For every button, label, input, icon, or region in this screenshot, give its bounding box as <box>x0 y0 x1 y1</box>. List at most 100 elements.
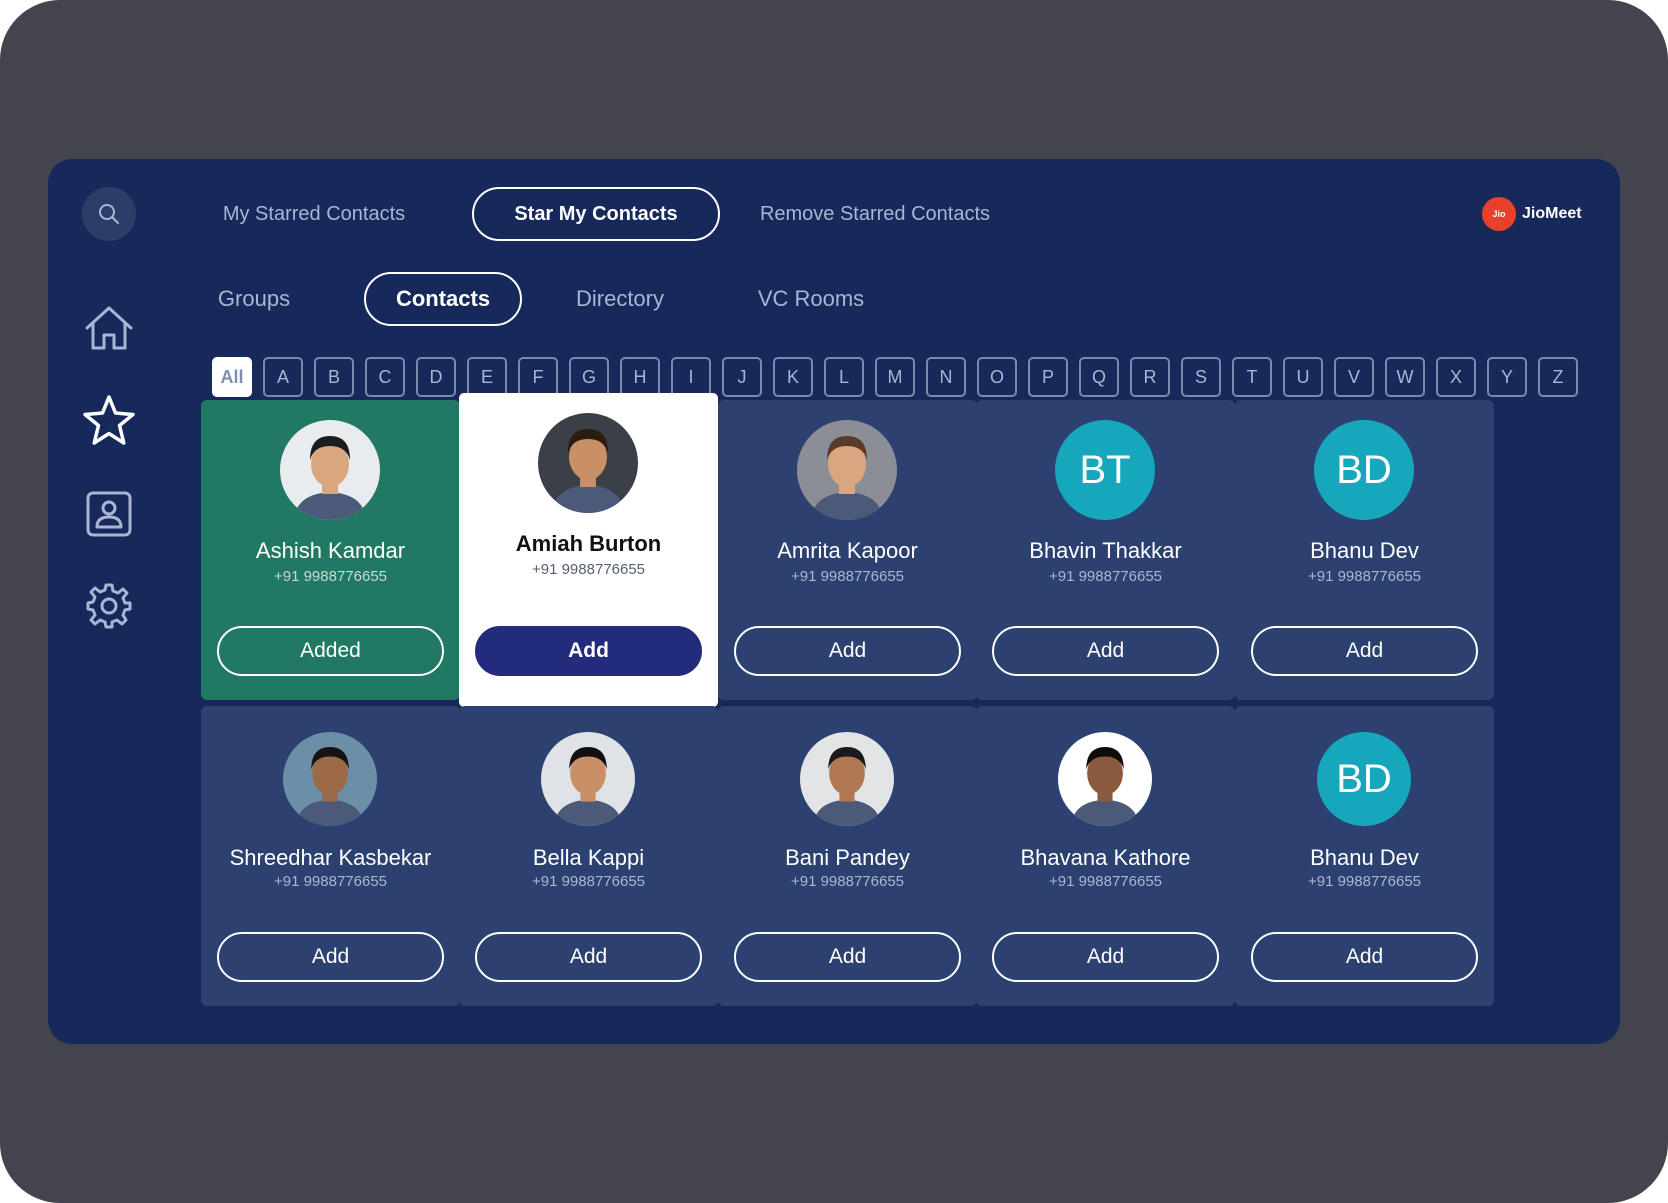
contact-name: Bhavana Kathore <box>1020 845 1191 870</box>
app-screen: My Starred Contacts Star My Contacts Rem… <box>48 159 1620 1044</box>
alphabet-filter-k[interactable]: K <box>773 357 813 397</box>
alphabet-filter-t[interactable]: T <box>1232 357 1272 397</box>
home-icon <box>85 306 133 350</box>
contact-card[interactable]: Bani Pandey +91 9988776655 Add <box>718 706 977 1006</box>
tab-contacts[interactable]: Contacts <box>364 272 522 326</box>
contact-name: Ashish Kamdar <box>255 538 406 563</box>
alphabet-filter-l[interactable]: L <box>824 357 864 397</box>
alphabet-filter-i[interactable]: I <box>671 357 711 397</box>
tab-vc-rooms[interactable]: VC Rooms <box>756 272 866 326</box>
jiomeet-logo-icon: Jio <box>1482 197 1516 231</box>
contact-name: Amrita Kapoor <box>777 538 918 563</box>
brand-name: JioMeet <box>1522 205 1582 222</box>
alphabet-filter-y[interactable]: Y <box>1487 357 1527 397</box>
alphabet-filter-p[interactable]: P <box>1028 357 1068 397</box>
contact-phone: +91 9988776655 <box>273 568 388 585</box>
contact-card[interactable]: BD Bhanu Dev +91 9988776655 Add <box>1235 706 1494 1006</box>
contact-phone: +91 9988776655 <box>531 561 646 578</box>
alphabet-filter-s[interactable]: S <box>1181 357 1221 397</box>
contact-phone: +91 9988776655 <box>273 873 388 890</box>
add-button[interactable]: Add <box>217 932 444 982</box>
add-button[interactable]: Add <box>1251 626 1478 676</box>
contact-card[interactable]: Amiah Burton +91 9988776655 Add <box>459 393 718 707</box>
search-button[interactable] <box>82 187 136 241</box>
avatar: BD <box>1314 420 1414 520</box>
avatar <box>1058 732 1152 826</box>
contact-card[interactable]: Amrita Kapoor +91 9988776655 Add <box>718 400 977 700</box>
alphabet-filter-n[interactable]: N <box>926 357 966 397</box>
contact-card-icon <box>86 491 132 537</box>
contact-name: Bhavin Thakkar <box>1029 538 1182 563</box>
contact-name: Bani Pandey <box>785 845 910 870</box>
contact-card[interactable]: Shreedhar Kasbekar +91 9988776655 Add <box>201 706 460 1006</box>
alphabet-filter-o[interactable]: O <box>977 357 1017 397</box>
alphabet-filter-b[interactable]: B <box>314 357 354 397</box>
contact-phone: +91 9988776655 <box>1048 568 1163 585</box>
contact-card[interactable]: BD Bhanu Dev +91 9988776655 Add <box>1235 400 1494 700</box>
alphabet-filter-g[interactable]: G <box>569 357 609 397</box>
add-button[interactable]: Add <box>734 626 961 676</box>
alphabet-filter-a[interactable]: A <box>263 357 303 397</box>
alphabet-filter-v[interactable]: V <box>1334 357 1374 397</box>
alphabet-filter-u[interactable]: U <box>1283 357 1323 397</box>
alphabet-filter-e[interactable]: E <box>467 357 507 397</box>
alphabet-filter-q[interactable]: Q <box>1079 357 1119 397</box>
avatar: BT <box>1055 420 1155 520</box>
contact-phone: +91 9988776655 <box>1048 873 1163 890</box>
nav-settings[interactable] <box>80 577 138 635</box>
contact-phone: +91 9988776655 <box>790 568 905 585</box>
alphabet-filter-d[interactable]: D <box>416 357 456 397</box>
tab-directory[interactable]: Directory <box>570 272 670 326</box>
contact-phone: +91 9988776655 <box>790 873 905 890</box>
avatar <box>283 732 377 826</box>
contact-card[interactable]: Bella Kappi +91 9988776655 Add <box>459 706 718 1006</box>
contact-card[interactable]: Bhavana Kathore +91 9988776655 Add <box>976 706 1235 1006</box>
contact-name: Bhanu Dev <box>1310 845 1419 870</box>
alphabet-filter-f[interactable]: F <box>518 357 558 397</box>
alphabet-filter-h[interactable]: H <box>620 357 660 397</box>
alphabet-filter-z[interactable]: Z <box>1538 357 1578 397</box>
add-button[interactable]: Add <box>734 932 961 982</box>
avatar <box>800 732 894 826</box>
gear-icon <box>86 583 132 629</box>
add-button[interactable]: Add <box>992 932 1219 982</box>
contact-card[interactable]: BT Bhavin Thakkar +91 9988776655 Add <box>976 400 1235 700</box>
contact-card[interactable]: Ashish Kamdar +91 9988776655 Added <box>201 400 460 700</box>
contact-phone: +91 9988776655 <box>1307 873 1422 890</box>
contact-phone: +91 9988776655 <box>531 873 646 890</box>
alphabet-filter-all[interactable]: All <box>212 357 252 397</box>
device-frame: My Starred Contacts Star My Contacts Rem… <box>0 0 1668 1203</box>
nav-starred[interactable] <box>80 392 138 450</box>
added-button[interactable]: Added <box>217 626 444 676</box>
add-button[interactable]: Add <box>1251 932 1478 982</box>
avatar <box>797 420 897 520</box>
alphabet-filter-j[interactable]: J <box>722 357 762 397</box>
star-icon <box>83 395 135 445</box>
avatar <box>280 420 380 520</box>
avatar <box>541 732 635 826</box>
contact-name: Shreedhar Kasbekar <box>229 845 432 870</box>
contact-name: Bella Kappi <box>532 845 645 870</box>
contact-name: Bhanu Dev <box>1310 538 1419 563</box>
tab-remove-starred-contacts[interactable]: Remove Starred Contacts <box>756 187 994 241</box>
alphabet-filter: All A B C D E F G H I J K L M N O P Q R S T U V W X Y Z <box>212 357 1578 399</box>
contact-name: Amiah Burton <box>515 531 662 556</box>
avatar: BD <box>1317 732 1411 826</box>
nav-home[interactable] <box>80 299 138 357</box>
avatar <box>538 413 638 513</box>
tab-groups[interactable]: Groups <box>214 272 294 326</box>
alphabet-filter-w[interactable]: W <box>1385 357 1425 397</box>
nav-contacts[interactable] <box>80 485 138 543</box>
alphabet-filter-m[interactable]: M <box>875 357 915 397</box>
add-button[interactable]: Add <box>475 932 702 982</box>
tab-my-starred-contacts[interactable]: My Starred Contacts <box>214 187 414 241</box>
alphabet-filter-x[interactable]: X <box>1436 357 1476 397</box>
add-button[interactable]: Add <box>475 626 702 676</box>
brand: Jio JioMeet <box>1482 197 1582 231</box>
alphabet-filter-r[interactable]: R <box>1130 357 1170 397</box>
tab-star-my-contacts[interactable]: Star My Contacts <box>472 187 720 241</box>
contact-phone: +91 9988776655 <box>1307 568 1422 585</box>
alphabet-filter-c[interactable]: C <box>365 357 405 397</box>
search-icon <box>99 204 119 224</box>
add-button[interactable]: Add <box>992 626 1219 676</box>
